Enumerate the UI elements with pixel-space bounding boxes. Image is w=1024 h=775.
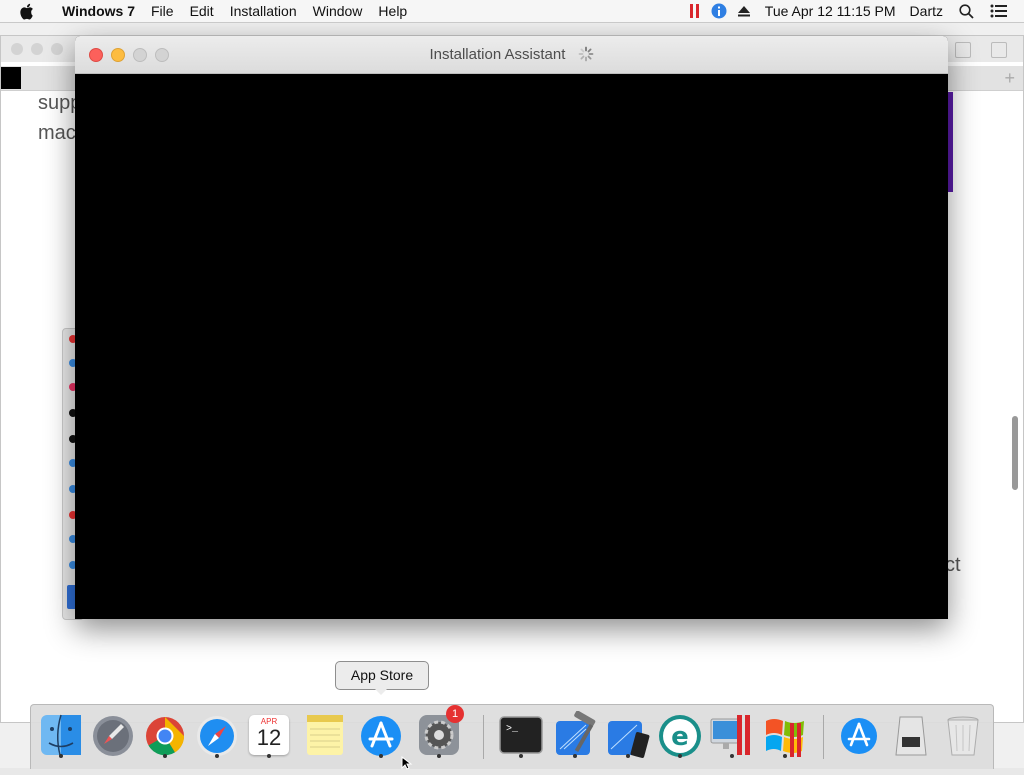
svg-text:e: e: [671, 722, 689, 752]
calendar-day: 12: [256, 725, 282, 750]
app-store-icon[interactable]: [358, 711, 404, 759]
safari-icon[interactable]: [194, 711, 240, 759]
menu-edit[interactable]: Edit: [182, 3, 222, 19]
mouse-cursor-icon: [401, 755, 413, 775]
notes-icon[interactable]: [302, 711, 348, 759]
background-window-right-buttons: [955, 42, 1007, 58]
dock-separator-2: [823, 715, 824, 759]
menu-bar: Windows 7 File Edit Installation Window …: [0, 0, 1024, 23]
background-tab-chip: [1, 67, 21, 89]
menu-file[interactable]: File: [143, 3, 182, 19]
dock: APR 12 1 >_ e: [30, 704, 994, 769]
spotlight-search-icon[interactable]: [959, 3, 974, 19]
terminal-icon[interactable]: >_: [498, 711, 544, 759]
menu-window[interactable]: Window: [305, 3, 371, 19]
notification-center-icon[interactable]: [990, 4, 1008, 18]
windows-7-icon[interactable]: [762, 711, 808, 759]
svg-text:>_: >_: [506, 724, 519, 735]
menu-installation[interactable]: Installation: [222, 3, 305, 19]
installation-assistant-window[interactable]: Installation Assistant: [75, 36, 948, 619]
apple-menu-icon[interactable]: [19, 3, 37, 20]
menu-user[interactable]: Dartz: [910, 3, 943, 19]
new-tab-plus-icon[interactable]: +: [1004, 68, 1015, 89]
info-icon[interactable]: [711, 3, 727, 19]
loading-spinner-icon: [578, 46, 594, 66]
app-menu[interactable]: Windows 7: [54, 3, 143, 19]
background-text-2: mac: [38, 122, 76, 144]
chrome-icon[interactable]: [142, 711, 188, 759]
parallels-desktop-icon[interactable]: [709, 711, 755, 759]
eject-icon[interactable]: [737, 4, 751, 18]
xcode-icon[interactable]: [552, 710, 598, 759]
window-content: [75, 74, 948, 619]
launchpad-icon[interactable]: [90, 711, 136, 759]
window-title-area: Installation Assistant: [75, 46, 948, 66]
simulator-icon[interactable]: [605, 711, 651, 759]
window-titlebar[interactable]: Installation Assistant: [75, 36, 948, 74]
background-window-controls: [11, 43, 63, 55]
calendar-body: APR 12: [249, 715, 289, 755]
installer-disk-icon[interactable]: [888, 711, 934, 759]
parallels-icon[interactable]: [689, 3, 701, 19]
calendar-icon[interactable]: APR 12: [246, 711, 292, 759]
window-title: Installation Assistant: [429, 46, 566, 63]
dock-separator: [483, 715, 484, 759]
app-store-downloads-icon[interactable]: [836, 711, 882, 759]
system-preferences-icon[interactable]: 1: [416, 705, 464, 759]
background-scrollbar[interactable]: [1012, 416, 1018, 490]
system-preferences-badge: 1: [446, 705, 464, 723]
finder-icon[interactable]: [38, 711, 84, 759]
trash-icon[interactable]: [940, 711, 986, 759]
menu-help[interactable]: Help: [370, 3, 415, 19]
dock-tooltip: App Store: [335, 661, 429, 695]
eset-icon[interactable]: e: [657, 711, 703, 759]
menu-clock[interactable]: Tue Apr 12 11:15 PM: [765, 3, 896, 19]
